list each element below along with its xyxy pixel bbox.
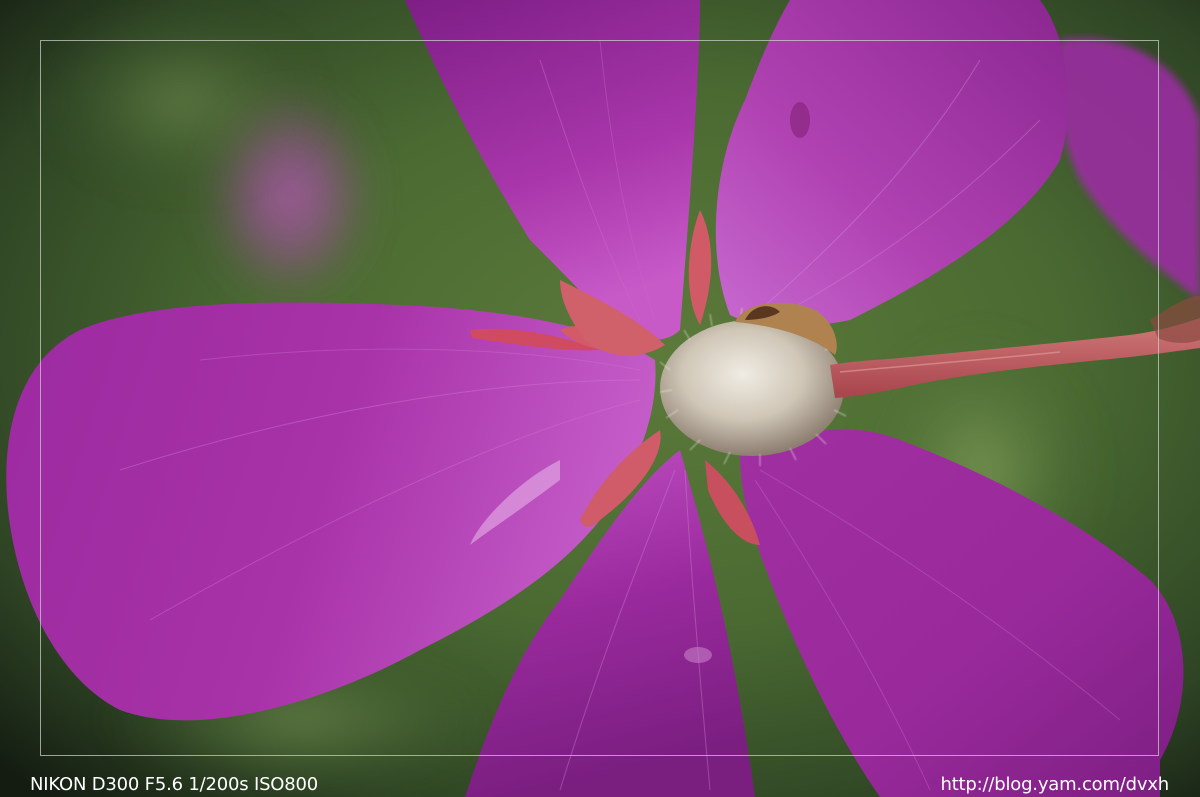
photo-frame: NIKON D300 F5.6 1/200s ISO800 http://blo…	[0, 0, 1200, 797]
flower-photo	[0, 0, 1200, 797]
exif-caption: NIKON D300 F5.6 1/200s ISO800	[30, 774, 319, 795]
blog-url-caption[interactable]: http://blog.yam.com/dvxh	[940, 774, 1169, 796]
